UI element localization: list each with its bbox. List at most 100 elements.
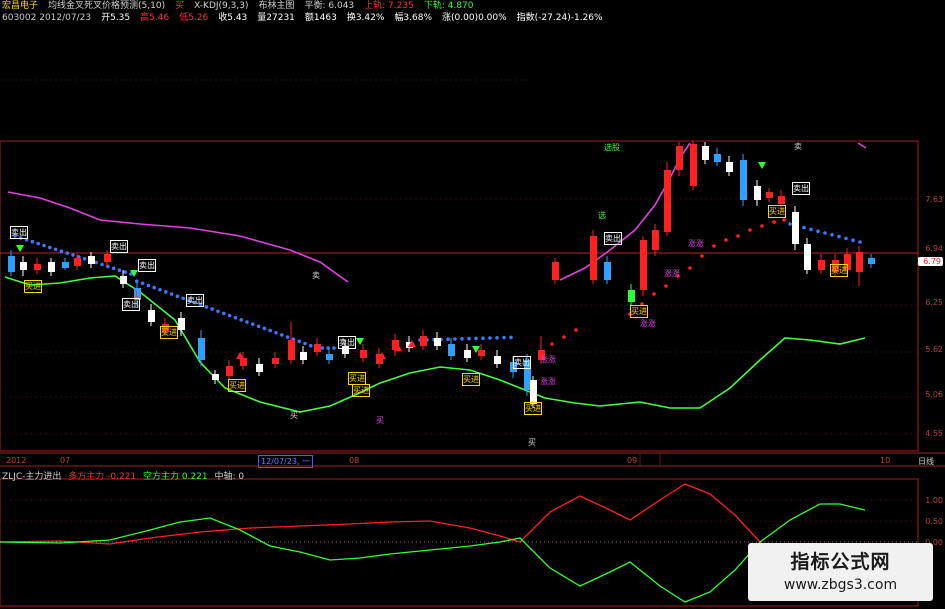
candle-body xyxy=(494,356,501,364)
time-label: 10 xyxy=(880,456,891,465)
prediction-dot xyxy=(446,337,450,342)
trade-signal-label: 卖出 xyxy=(110,240,128,253)
prediction-dot xyxy=(303,341,307,346)
prediction-dot xyxy=(816,229,820,233)
prediction-dot xyxy=(830,233,834,237)
cursor-date-label: 12/07/23, 一 xyxy=(258,455,314,468)
trade-signal-label: 买进 xyxy=(352,384,370,397)
trade-signal-label: 卖出 xyxy=(513,356,531,369)
prediction-dot xyxy=(320,346,325,350)
candle-body xyxy=(804,244,811,270)
prediction-dot xyxy=(844,236,848,241)
prediction-dot xyxy=(59,249,64,253)
candle-body xyxy=(714,154,721,162)
candle-body xyxy=(792,212,799,244)
candle-body xyxy=(604,262,611,280)
indicator-name: ZLJC-主力进出 xyxy=(2,472,62,482)
prediction-dot xyxy=(175,294,180,299)
price-tick: 6.25 xyxy=(925,298,943,307)
time-label: 08 xyxy=(349,456,360,465)
prediction-dot xyxy=(280,333,284,337)
prediction-dot xyxy=(239,318,243,322)
trade-signal-label: 买进 xyxy=(630,305,648,318)
candle-body xyxy=(552,262,559,280)
candle-body xyxy=(88,256,95,264)
prediction-dot xyxy=(509,335,513,340)
candle-body xyxy=(120,276,127,284)
prediction-dot xyxy=(736,234,740,238)
trade-signal-label: 买进 xyxy=(830,264,848,277)
trade-signal-label: 1 xyxy=(134,290,140,299)
prediction-dot xyxy=(256,324,261,329)
trade-signal-label: 买进 xyxy=(462,373,480,386)
trade-signal-label: 卖 xyxy=(312,271,320,280)
prediction-dot xyxy=(204,305,209,309)
candle-body xyxy=(300,352,307,360)
candle-body xyxy=(240,358,247,366)
prediction-dot xyxy=(823,231,827,235)
prediction-dot xyxy=(858,240,862,244)
candle-body xyxy=(640,240,647,290)
prediction-dot xyxy=(782,218,786,222)
indicator-bull: 多方主力 -0.221 xyxy=(68,472,137,482)
prediction-dot xyxy=(245,320,249,324)
candle-body xyxy=(530,380,537,404)
prediction-dot xyxy=(210,307,214,311)
price-tick: 5.62 xyxy=(925,345,943,354)
prediction-dot xyxy=(146,283,151,288)
candle-body xyxy=(464,350,471,358)
candle-body xyxy=(868,258,875,264)
prediction-dot xyxy=(233,315,238,320)
price-tick: 6.94 xyxy=(925,244,943,253)
trade-signal-label: 涨涨 xyxy=(688,239,704,248)
prediction-dot xyxy=(285,335,290,339)
prediction-dot xyxy=(268,328,273,333)
prediction-dot xyxy=(772,220,776,224)
prediction-dot xyxy=(802,225,806,230)
prediction-dot xyxy=(481,336,485,341)
prediction-dot xyxy=(837,234,841,239)
prediction-dot xyxy=(274,330,278,335)
trade-signal-label: 卖出 xyxy=(186,294,204,307)
prediction-dot xyxy=(158,287,162,292)
candle-body xyxy=(628,290,635,302)
price-tick: 5.06 xyxy=(925,390,943,399)
prediction-dot xyxy=(111,266,116,271)
watermark-title: 指标公式网 xyxy=(790,551,891,573)
candle-body xyxy=(226,366,233,376)
trade-signal-label: 买 xyxy=(290,411,298,420)
trade-signal-label: 买进 xyxy=(768,205,786,218)
candle-body xyxy=(766,192,773,198)
prediction-dot xyxy=(71,253,75,257)
prediction-dot xyxy=(700,254,704,258)
prediction-dot xyxy=(65,251,69,255)
prediction-dot xyxy=(48,245,52,250)
prediction-dot xyxy=(309,343,313,348)
candle-body xyxy=(8,256,15,272)
period-label[interactable]: 日线 xyxy=(918,456,934,467)
trade-signal-label: 涨涨 xyxy=(640,319,656,328)
trade-signal-label: 涨涨 xyxy=(540,377,556,386)
candle-body xyxy=(652,230,659,250)
candle-body xyxy=(702,146,709,160)
time-label: 07 xyxy=(60,456,71,465)
prediction-dot xyxy=(42,243,46,248)
prediction-dot xyxy=(809,227,813,232)
candle-body xyxy=(690,144,697,186)
candle-body xyxy=(178,318,185,330)
candle-body xyxy=(448,344,455,356)
candle-body xyxy=(360,350,367,358)
trade-signal-label: 卖出 xyxy=(792,182,810,195)
chart-canvas[interactable] xyxy=(0,0,945,609)
bollinger-upper-line xyxy=(857,142,867,149)
candle-body xyxy=(590,236,597,280)
prediction-dot xyxy=(788,222,792,226)
candle-body xyxy=(272,358,279,364)
trade-signal-label: 卖 xyxy=(794,142,802,151)
prediction-dot xyxy=(495,336,499,340)
candle-body xyxy=(326,354,333,360)
candle-body xyxy=(434,338,441,346)
indicator-tick: 0.50 xyxy=(925,517,943,526)
prediction-dot xyxy=(562,335,566,339)
trade-signal-label: 买进 xyxy=(524,402,542,415)
